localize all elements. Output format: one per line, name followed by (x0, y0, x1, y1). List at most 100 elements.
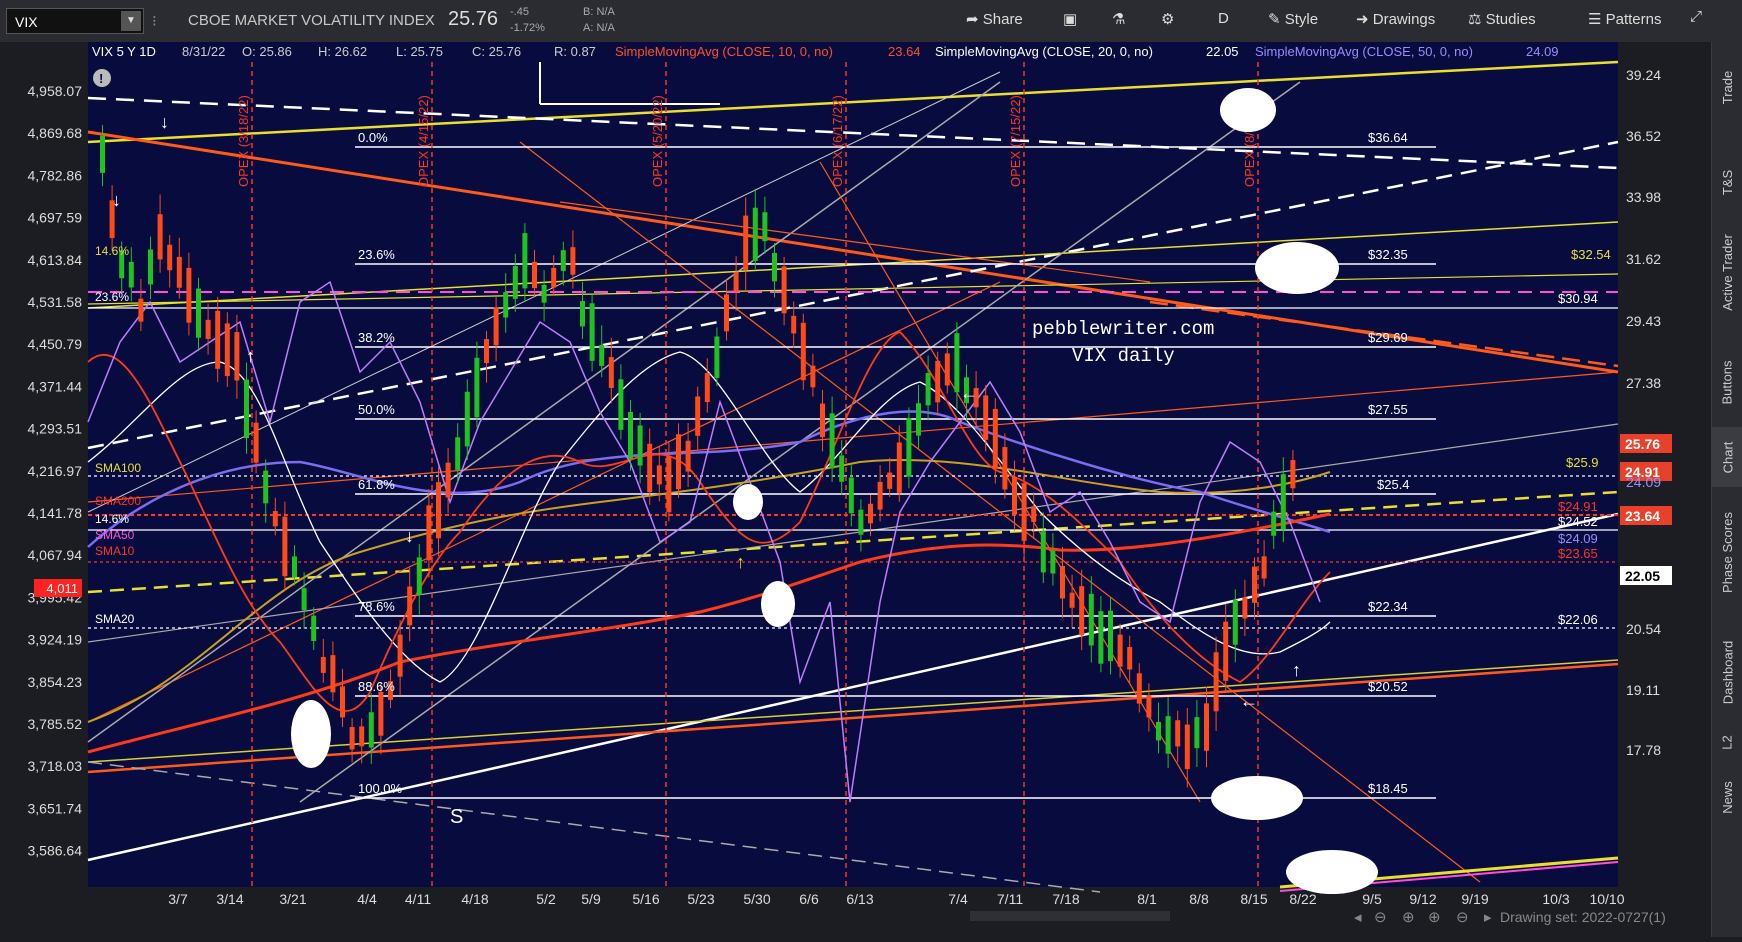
candle-body (704, 373, 710, 403)
candle-body (647, 443, 653, 493)
candle-body (628, 411, 633, 459)
fib-pct: 61.8% (358, 477, 395, 492)
right-axis-tick: 29.43 (1626, 313, 1661, 329)
candle-body (532, 261, 537, 289)
candle-body (858, 509, 864, 535)
candle-body (368, 712, 374, 748)
x-axis-tick: 3/7 (168, 891, 188, 907)
candle-body (1165, 716, 1171, 754)
candle-body (186, 267, 192, 323)
patterns-button[interactable]: ☰ Patterns (1588, 10, 1662, 28)
top-toolbar: VIX ▼ ⁝ CBOE MARKET VOLATILITY INDEX 25.… (0, 0, 1742, 43)
candle-body (810, 365, 816, 388)
level-label: $22.06 (1558, 612, 1598, 627)
candle-body (234, 332, 240, 381)
studies-icon: ⚖ (1468, 11, 1486, 28)
candle-body (925, 373, 931, 406)
candle-body (666, 455, 672, 513)
zoom-out-icon: ⊖ (1374, 909, 1387, 926)
candle-body (128, 261, 134, 288)
header-close: C: 25.76 (472, 44, 521, 59)
maximize-icon[interactable]: ⤢ (1690, 8, 1702, 25)
arrow-up-icon: ↑ (736, 552, 745, 572)
candle-body (397, 634, 403, 677)
inline-label: SMA10 (95, 544, 135, 558)
inline-label: SMA20 (95, 612, 135, 626)
x-axis-tick: 7/11 (997, 891, 1023, 907)
left-axis-tick: 4,958.07 (28, 83, 83, 99)
chevron-down-icon[interactable]: ▼ (121, 11, 141, 31)
candle-body (1280, 474, 1286, 530)
x-axis-tick: 5/2 (536, 891, 556, 907)
candle-body (464, 391, 470, 447)
x-axis-tick: 5/30 (743, 891, 770, 907)
x-axis-tick: 8/15 (1240, 891, 1267, 907)
candle-body (714, 336, 720, 378)
fib-val: $18.45 (1368, 781, 1408, 796)
link-icon[interactable]: ⁝ (152, 12, 157, 30)
ask: A: N/A (583, 22, 615, 34)
candle-body (1175, 720, 1181, 747)
watermark-title: VIX daily (1072, 345, 1175, 367)
candle-body (820, 403, 825, 438)
level-label: $23.65 (1558, 546, 1598, 561)
inline-label: 14.6% (95, 512, 129, 526)
share-icon: ➦ (966, 11, 983, 28)
candle-body (608, 357, 614, 388)
candle-body (349, 727, 355, 750)
candle-body (263, 470, 269, 504)
candle-body (522, 233, 528, 289)
candle-body (772, 252, 777, 282)
candle-body (493, 307, 499, 346)
candle-body (570, 247, 576, 275)
pct-change: -1.72% (510, 22, 545, 34)
level-label: $24.52 (1558, 514, 1598, 529)
drawings-button[interactable]: ➜ Drawings (1356, 10, 1435, 28)
candle-body (599, 344, 605, 366)
left-axis-tick: 4,613.84 (28, 252, 83, 268)
candle-body (512, 266, 518, 299)
vix-chart[interactable]: VIX 5 Y 1D 8/31/22 O: 25.86 H: 26.62 L: … (0, 42, 1711, 937)
candle-body (839, 455, 845, 482)
candle-body (743, 215, 749, 270)
candle-body (685, 440, 691, 472)
candle-body (148, 249, 153, 285)
fib-pct: 23.6% (358, 247, 395, 262)
drawings-label: Drawings (1372, 11, 1436, 28)
symbol-input[interactable]: VIX ▼ (6, 8, 144, 34)
header-open: O: 25.86 (242, 44, 292, 59)
x-axis-tick: 8/8 (1189, 891, 1209, 907)
candle-body (1156, 721, 1161, 741)
period-button[interactable]: D (1218, 10, 1229, 27)
chart-area[interactable]: VIX 5 Y 1D 8/31/22 O: 25.86 H: 26.62 L: … (0, 42, 1742, 937)
x-axis-tick: 4/11 (405, 891, 431, 907)
fib-pct: 50.0% (358, 402, 395, 417)
arrow-up-icon: ↑ (1292, 660, 1301, 680)
zoom-fit-icon: ⊖ (1456, 909, 1469, 926)
x-axis-tick: 8/22 (1289, 891, 1316, 907)
left-axis-badge: 4,011 (46, 581, 78, 596)
candle-body (618, 379, 624, 430)
x-axis-tick: 3/14 (216, 891, 243, 907)
flask-icon[interactable]: ⚗ (1112, 10, 1125, 28)
header-info: VIX 5 Y 1D (92, 44, 156, 59)
candle-body (1117, 634, 1123, 667)
style-button[interactable]: ✎ Style (1268, 10, 1318, 28)
candle-body (1184, 724, 1190, 770)
candle-body (407, 586, 413, 626)
studies-button[interactable]: ⚖ Studies (1468, 10, 1536, 28)
x-axis-tick: 9/12 (1409, 891, 1436, 907)
drawing-set: Drawing set: 2022-0727(1) (1500, 909, 1666, 925)
snapshot-icon[interactable]: ▣ (1063, 10, 1077, 28)
scrollbar-thumb (970, 911, 1170, 921)
gear-icon[interactable]: ⚙ (1161, 10, 1174, 28)
price-tag-label: 23.64 (1625, 508, 1660, 524)
share-button[interactable]: ➦ Share (966, 10, 1023, 28)
net-change: -.45 (510, 6, 529, 18)
level-label: $24.09 (1558, 531, 1598, 546)
left-axis-tick: 3,924.19 (28, 632, 83, 648)
candle-body (1232, 599, 1238, 645)
zoom-in-icon: ⊕ (1402, 909, 1415, 926)
candle-body (1127, 646, 1133, 670)
last-price: 25.76 (448, 8, 499, 30)
